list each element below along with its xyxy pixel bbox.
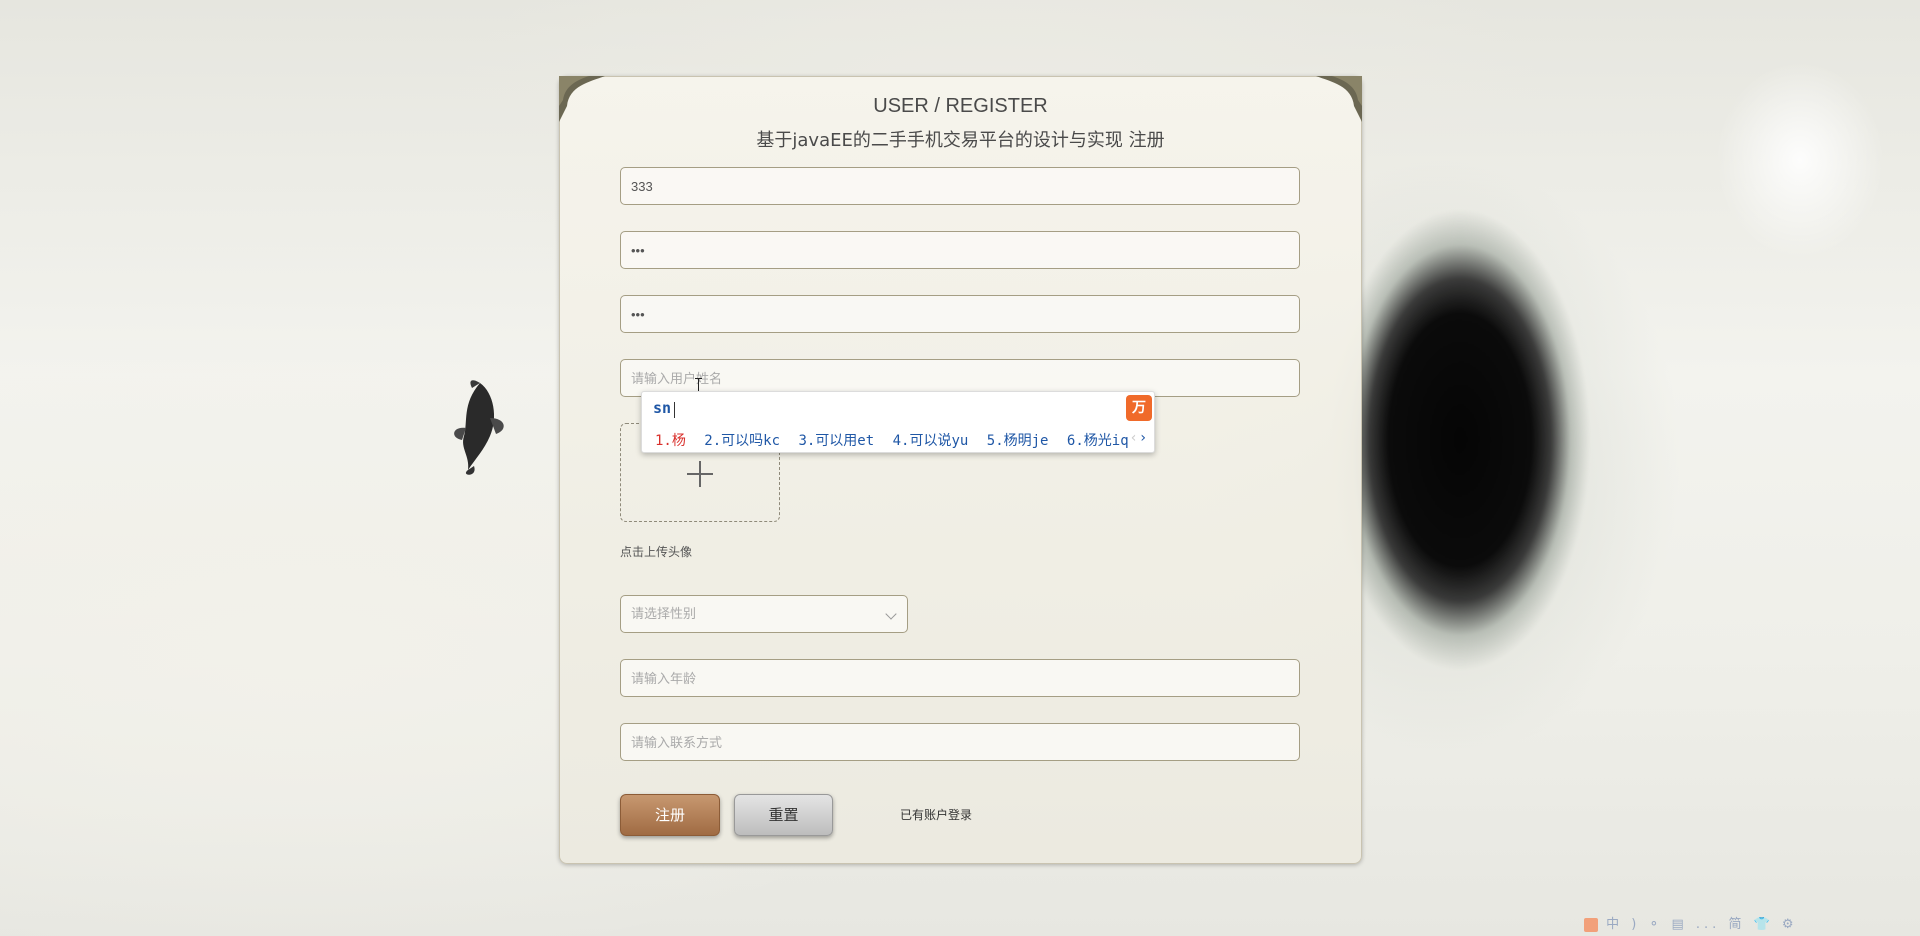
chevron-left-icon[interactable]: ‹ (1131, 430, 1137, 446)
ime-candidate[interactable]: 2.可以吗kc (704, 433, 780, 449)
confirm-password-input[interactable]: ••• (620, 295, 1300, 333)
plus-icon (687, 461, 713, 487)
ime-tray-items: 中 ) ⚬ ▤ ... 简 👕 ⚙ (1606, 917, 1798, 932)
ime-candidate[interactable]: 4.可以说yu (893, 433, 969, 449)
ime-candidate[interactable]: 6.杨光iq (1067, 433, 1129, 449)
ime-status-tray[interactable]: 中 ) ⚬ ▤ ... 简 👕 ⚙ (1584, 913, 1798, 932)
register-button[interactable]: 注册 (620, 794, 720, 836)
ime-candidate-popup: sn 万 1.杨 2.可以吗kc 3.可以用et 4.可以说yu 5.杨明je … (641, 391, 1155, 453)
password-input[interactable]: ••• (620, 231, 1300, 269)
login-link[interactable]: 已有账户登录 (900, 806, 972, 823)
ime-candidate-list: 1.杨 2.可以吗kc 3.可以用et 4.可以说yu 5.杨明je 6.杨光i… (655, 430, 1139, 450)
koi-fish-decoration (454, 380, 504, 475)
ime-candidate[interactable]: 1.杨 (655, 433, 686, 449)
ime-caret (674, 402, 675, 418)
ime-page-arrows: ‹ › (1131, 430, 1146, 446)
username-input[interactable]: 333 (620, 167, 1300, 205)
ime-candidate[interactable]: 5.杨明je (987, 433, 1049, 449)
ime-logo-icon[interactable]: 万 (1126, 395, 1152, 421)
reset-button[interactable]: 重置 (734, 794, 833, 836)
gender-select-placeholder: 请选择性别 (631, 607, 697, 622)
ime-tray-logo-icon (1584, 917, 1598, 932)
page-title: 基于javaEE的二手手机交易平台的设计与实现 注册 (756, 130, 1165, 151)
avatar-upload-label: 点击上传头像 (620, 545, 693, 559)
chevron-right-icon[interactable]: › (1140, 430, 1146, 446)
age-input[interactable]: 请输入年龄 (620, 659, 1300, 697)
gender-select[interactable]: 请选择性别 (620, 595, 908, 633)
ime-composition-text: sn (653, 399, 672, 417)
ime-candidate[interactable]: 3.可以用et (798, 433, 874, 449)
contact-input[interactable]: 请输入联系方式 (620, 723, 1300, 761)
chevron-down-icon (885, 608, 897, 620)
register-panel: USER / REGISTER 基于javaEE的二手手机交易平台的设计与实现 … (559, 76, 1362, 864)
page-title-en: USER / REGISTER (873, 95, 1048, 117)
